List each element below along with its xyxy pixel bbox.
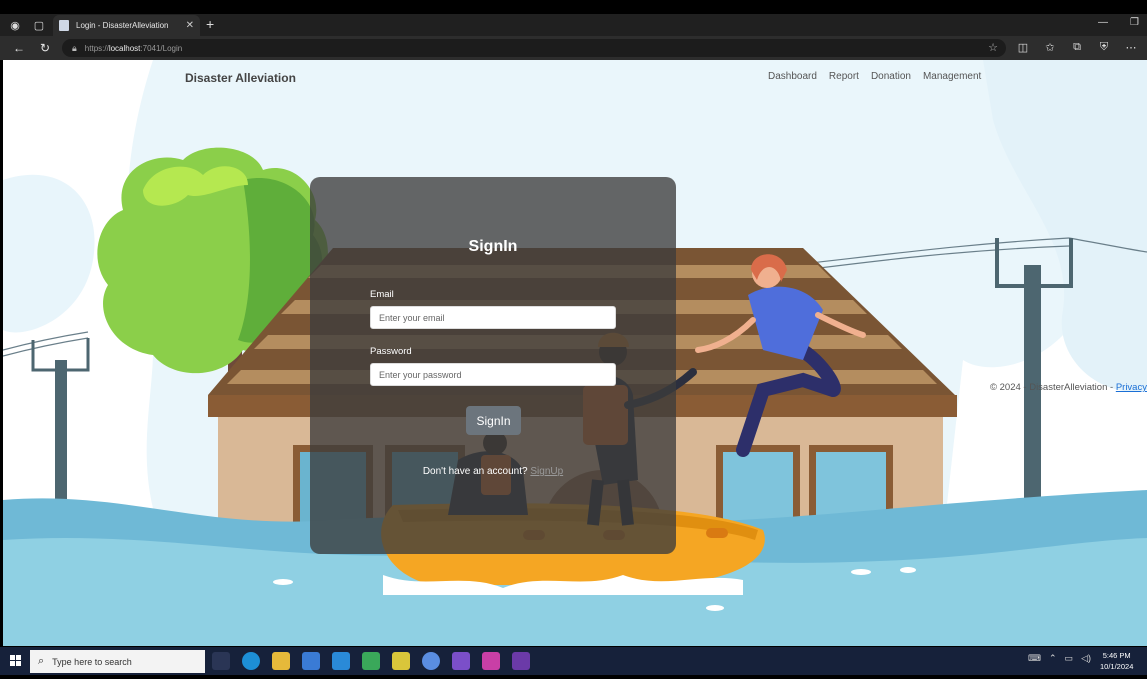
back-icon[interactable]: ← — [12, 41, 26, 55]
restore-icon[interactable]: ❐ — [1130, 17, 1139, 28]
tab-title: Login - DisasterAlleviation — [76, 21, 169, 30]
water-foam — [900, 567, 916, 573]
site-footer: © 2024 - DisasterAlleviation - Privacy — [990, 382, 1147, 393]
show-hidden-icon[interactable]: ⌃ — [1049, 653, 1057, 664]
site-nav: Dashboard Report Donation Management — [768, 71, 981, 82]
task-view-icon[interactable] — [212, 652, 230, 670]
extensions-icon[interactable]: ⛨ — [1097, 41, 1111, 54]
signin-button[interactable]: SignIn — [466, 406, 521, 435]
new-tab-icon[interactable]: + — [206, 16, 214, 32]
taskbar-search-placeholder: Type here to search — [52, 656, 132, 667]
browser-toolbar: ← ↻ 🔒︎ https://localhost:7041/Login ☆ ◫ … — [0, 36, 1147, 60]
rider-app-icon[interactable] — [482, 652, 500, 670]
windows-taskbar: ⌕ Type here to search ⌨ ⌃ ▭ ◁) 5:46 PM 1… — [0, 647, 1147, 675]
windows-start-icon[interactable] — [10, 655, 21, 666]
collections-icon[interactable]: ⧉ — [1070, 41, 1084, 54]
background-blob-left — [3, 174, 95, 333]
privacy-link[interactable]: Privacy — [1116, 382, 1147, 393]
signup-prompt: Don't have an account? SignUp — [310, 466, 676, 477]
favorites-icon[interactable]: ✩ — [1043, 41, 1057, 54]
address-bar[interactable]: 🔒︎ https://localhost:7041/Login ☆ — [62, 39, 1006, 57]
favorite-star-icon[interactable]: ☆ — [988, 41, 998, 54]
minimize-icon[interactable]: — — [1098, 17, 1108, 28]
tab-actions-icon[interactable]: ▢ — [30, 16, 48, 34]
edge-browser-icon[interactable] — [242, 652, 260, 670]
password-field[interactable] — [370, 363, 616, 386]
email-label: Email — [370, 289, 394, 300]
volume-icon[interactable]: ◁) — [1081, 653, 1091, 664]
signup-link[interactable]: SignUp — [530, 466, 563, 477]
water-foam — [851, 569, 871, 575]
media-app-icon[interactable] — [362, 652, 380, 670]
more-menu-icon[interactable]: ⋯ — [1124, 41, 1138, 54]
nav-donation[interactable]: Donation — [871, 71, 911, 82]
terminal-icon[interactable] — [512, 652, 530, 670]
system-tray: ⌨ ⌃ ▭ ◁) — [1028, 653, 1091, 664]
taskbar-search[interactable]: ⌕ Type here to search — [30, 650, 205, 673]
site-brand[interactable]: Disaster Alleviation — [185, 71, 296, 85]
water-foam — [706, 605, 724, 611]
refresh-icon[interactable]: ↻ — [38, 41, 52, 55]
boat-seat — [706, 528, 728, 538]
nav-dashboard[interactable]: Dashboard — [768, 71, 817, 82]
url-text: https://localhost:7041/Login — [84, 43, 183, 53]
water-foam — [273, 579, 293, 585]
footer-copyright: © 2024 - DisasterAlleviation - — [990, 382, 1116, 393]
microsoft-store-icon[interactable] — [302, 652, 320, 670]
network-icon[interactable]: ▭ — [1065, 653, 1074, 664]
search-icon: ⌕ — [38, 655, 45, 667]
power-line — [3, 331, 89, 351]
browser-tool-icons: ◫ ✩ ⧉ ⛨ ⋯ — [1016, 41, 1138, 54]
nav-report[interactable]: Report — [829, 71, 859, 82]
visual-studio-icon[interactable] — [452, 652, 470, 670]
clock-time: 5:46 PM — [1102, 651, 1131, 660]
password-label: Password — [370, 346, 412, 357]
page-favicon-icon — [59, 20, 69, 31]
browser-tab[interactable]: Login - DisasterAlleviation ✕ — [53, 15, 200, 36]
tab-close-icon[interactable]: ✕ — [186, 20, 194, 31]
browser-tab-bar: ◉ ▢ Login - DisasterAlleviation ✕ + — ❐ — [0, 14, 1147, 36]
email-field[interactable] — [370, 306, 616, 329]
taskbar-apps — [212, 652, 530, 670]
clock-date: 10/1/2024 — [1100, 662, 1134, 671]
profile-icon[interactable]: ◉ — [6, 16, 24, 34]
lock-icon[interactable]: 🔒︎ — [72, 43, 77, 54]
web-page: Disaster Alleviation Dashboard Report Do… — [3, 60, 1147, 646]
azure-data-studio-icon[interactable] — [422, 652, 440, 670]
signup-prompt-text: Don't have an account? — [422, 466, 528, 477]
taskbar-clock[interactable]: 5:46 PM 10/1/2024 — [1100, 650, 1133, 672]
file-explorer-icon[interactable] — [272, 652, 290, 670]
sticky-app-icon[interactable] — [392, 652, 410, 670]
keyboard-icon[interactable]: ⌨ — [1028, 653, 1041, 664]
split-screen-icon[interactable]: ◫ — [1016, 41, 1030, 54]
signin-card: SignIn Email Password SignIn Don't have … — [310, 177, 676, 554]
window-controls: — ❐ — [1098, 17, 1139, 28]
nav-management[interactable]: Management — [923, 71, 981, 82]
mail-icon[interactable] — [332, 652, 350, 670]
signin-title: SignIn — [468, 238, 518, 255]
